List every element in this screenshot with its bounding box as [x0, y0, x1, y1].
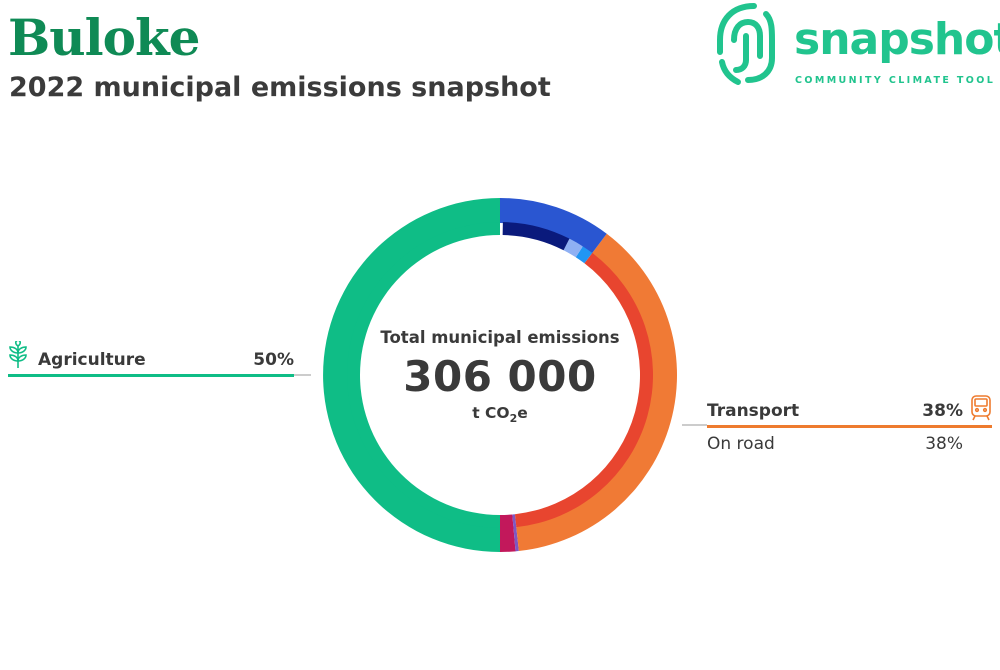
outer-segment-1 [500, 526, 516, 552]
transport-percent: 38% [922, 401, 963, 421]
transport-label: Transport [707, 401, 800, 421]
agriculture-percent: 50% [253, 350, 294, 370]
train-icon [971, 395, 991, 421]
sprout-icon [9, 341, 27, 368]
center-label: Total municipal emissions [380, 328, 620, 347]
inner-segment-1 [500, 514, 514, 528]
on-road-label: On road [707, 434, 775, 454]
on-road-percent: 38% [925, 434, 963, 454]
agriculture-underline [8, 374, 294, 377]
transport-underline [707, 425, 992, 428]
transport-callout[interactable]: Transport 38% [707, 401, 992, 429]
total-emissions-value: 306 000 [403, 352, 597, 401]
total-emissions-unit: t CO2e [472, 404, 528, 426]
on-road-callout[interactable]: On road 38% [707, 434, 963, 458]
agriculture-label: Agriculture [38, 350, 146, 370]
agriculture-callout[interactable]: Agriculture 50% [8, 341, 294, 380]
